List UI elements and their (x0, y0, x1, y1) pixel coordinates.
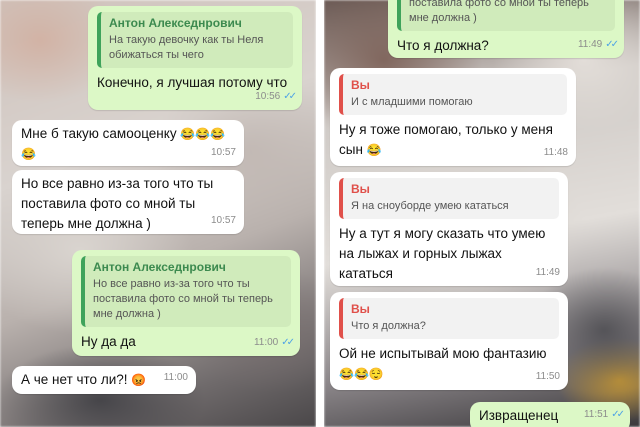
reply-quote[interactable]: Антон Алекседнрович Но все равно из-за т… (81, 256, 291, 327)
message-text: Ой не испытывай мою фантазию (339, 346, 547, 361)
reply-quote[interactable]: Вы Я на сноуборде умею кататься (339, 178, 559, 219)
read-receipt-icon: ✓✓ (611, 409, 625, 420)
message-time: 10:57 (210, 147, 236, 158)
incoming-message[interactable]: А че нет что ли?! 😡 11:00 (12, 366, 196, 394)
quote-text: Я на сноуборде умею кататься (351, 200, 509, 212)
quote-author: Вы (351, 78, 370, 92)
laughing-emoji-icon: 😂😂😌 (339, 367, 384, 381)
quote-author: Антон Алекседнрович (93, 260, 226, 274)
incoming-message[interactable]: Вы Я на сноуборде умею кататься Ну а тут… (330, 172, 568, 286)
screenshot-divider (316, 0, 324, 427)
message-meta: 11:51 ✓✓ (583, 405, 625, 425)
quote-author: Вы (351, 302, 370, 316)
outgoing-message[interactable]: поставила фото со мной ты теперь мне дол… (388, 0, 624, 58)
left-chat-screenshot: Антон Алекседнрович На такую девочку как… (0, 0, 316, 427)
right-chat-screenshot: поставила фото со мной ты теперь мне дол… (324, 0, 640, 427)
message-time: 11:00 (163, 372, 188, 383)
message-meta: 10:56 ✓✓ (255, 87, 297, 107)
quote-text: Что я должна? (351, 320, 426, 332)
message-text: Ну а тут я могу сказать что умею на лыжа… (339, 226, 546, 281)
message-text: А че нет что ли?! (21, 372, 128, 387)
reply-quote[interactable]: Вы И с младшими помогаю (339, 74, 567, 115)
outgoing-message[interactable]: Антон Алекседнрович На такую девочку как… (88, 6, 302, 110)
quote-text: Но все равно из-за того что ты поставила… (93, 278, 273, 320)
angry-emoji-icon: 😡 (131, 373, 147, 387)
incoming-message[interactable]: Вы Что я должна? Ой не испытывай мою фан… (330, 292, 568, 390)
message-text: Что я должна? (397, 38, 489, 53)
outgoing-message[interactable]: Антон Алекседнрович Но все равно из-за т… (72, 250, 300, 356)
quote-text: На такую девочку как ты Неля обижаться т… (109, 34, 264, 61)
message-time: 10:57 (210, 215, 236, 226)
read-receipt-icon: ✓✓ (281, 337, 295, 348)
reply-quote[interactable]: Антон Алекседнрович На такую девочку как… (97, 12, 293, 68)
read-receipt-icon: ✓✓ (605, 39, 619, 50)
message-time: 11:50 (535, 371, 560, 382)
quote-author: Антон Алекседнрович (109, 16, 242, 30)
message-text: Извращенец (479, 408, 559, 423)
incoming-message[interactable]: Вы И с младшими помогаю Ну я тоже помога… (330, 68, 576, 166)
laughing-emoji-icon: 😂 (366, 143, 382, 157)
incoming-message[interactable]: Но все равно из-за того что ты поставила… (12, 170, 244, 234)
message-text: Ну да да (81, 334, 136, 349)
reply-quote[interactable]: поставила фото со мной ты теперь мне дол… (397, 0, 615, 31)
message-text: Мне б такую самооценку (21, 126, 177, 141)
quote-author: Вы (351, 182, 370, 196)
reply-quote[interactable]: Вы Что я должна? (339, 298, 559, 339)
quote-text: поставила фото со мной ты теперь мне дол… (409, 0, 589, 24)
message-meta: 11:49 ✓✓ (577, 35, 619, 55)
message-meta: 11:00 ✓✓ (253, 333, 295, 353)
message-time: 11:51 (583, 409, 609, 420)
message-time: 10:56 (255, 91, 281, 102)
outgoing-message[interactable]: Извращенец 11:51 ✓✓ (470, 402, 630, 427)
message-text: Но все равно из-за того что ты поставила… (21, 176, 214, 231)
message-time: 11:00 (253, 337, 279, 348)
message-time: 11:49 (535, 267, 560, 278)
read-receipt-icon: ✓✓ (283, 91, 297, 102)
message-time: 11:49 (577, 39, 603, 50)
incoming-message[interactable]: Мне б такую самооценку 😂😂😂😂 10:57 (12, 120, 244, 166)
message-time: 11:48 (543, 147, 568, 158)
quote-text: И с младшими помогаю (351, 96, 473, 108)
